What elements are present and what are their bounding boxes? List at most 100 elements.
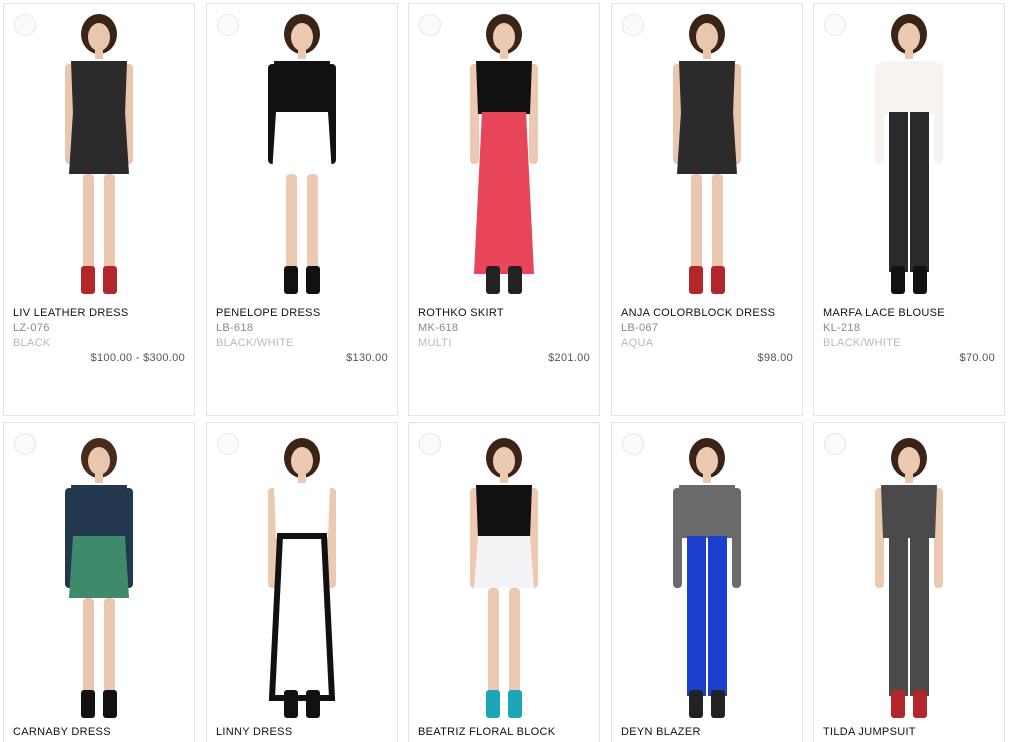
product-image[interactable] — [814, 423, 1004, 719]
product-info: DEYN BLAZER — [621, 725, 793, 740]
model-group — [673, 14, 741, 294]
product-name[interactable]: BEATRIZ FLORAL BLOCK — [418, 725, 590, 740]
model-group — [470, 438, 538, 718]
product-name[interactable]: ROTHKO SKIRT — [418, 306, 590, 321]
model-top — [71, 485, 127, 538]
product-image[interactable] — [4, 4, 194, 300]
model-right-shoe — [103, 690, 117, 718]
product-card[interactable]: TILDA JUMPSUIT — [813, 422, 1005, 742]
model-right-shoe — [306, 266, 320, 294]
product-image[interactable] — [409, 4, 599, 300]
model-left-leg — [286, 174, 297, 269]
model-face — [88, 447, 110, 475]
product-color: BLACK — [13, 337, 51, 349]
model-dress — [677, 112, 737, 174]
product-name[interactable]: PENELOPE DRESS — [216, 306, 388, 321]
model-top — [274, 61, 330, 114]
model-top — [679, 485, 735, 538]
model-top — [679, 61, 735, 114]
model-face — [291, 447, 313, 475]
model-right-shoe — [306, 690, 320, 718]
model-left-shoe — [81, 690, 95, 718]
model-neck — [95, 473, 103, 483]
product-name[interactable]: ANJA COLORBLOCK DRESS — [621, 306, 793, 321]
model-neck — [905, 473, 913, 483]
model-skirt — [474, 112, 534, 274]
model-face — [696, 447, 718, 475]
product-image[interactable] — [814, 4, 1004, 300]
model-dress — [69, 536, 129, 598]
product-color: AQUA — [621, 337, 654, 349]
model-neck — [298, 49, 306, 59]
product-card[interactable]: PENELOPE DRESS LB-618 BLACK/WHITE $130.0… — [206, 3, 398, 416]
model-group — [673, 438, 741, 718]
product-info: BEATRIZ FLORAL BLOCK — [418, 725, 590, 740]
product-color: MULTI — [418, 337, 452, 349]
product-card[interactable]: BEATRIZ FLORAL BLOCK — [408, 422, 600, 742]
model-figure — [470, 438, 538, 718]
model-face — [493, 447, 515, 475]
product-grid: LIV LEATHER DRESS LZ-076 BLACK $100.00 -… — [0, 0, 1009, 742]
model-right-shoe — [711, 266, 725, 294]
model-neck — [703, 49, 711, 59]
model-group — [65, 14, 133, 294]
product-card[interactable]: DEYN BLAZER — [611, 422, 803, 742]
model-neck — [298, 473, 306, 483]
product-card[interactable]: CARNABY DRESS — [3, 422, 195, 742]
product-card[interactable]: ANJA COLORBLOCK DRESS LB-067 AQUA $98.00 — [611, 3, 803, 416]
model-left-shoe — [486, 266, 500, 294]
product-name[interactable]: CARNABY DRESS — [13, 725, 185, 740]
product-image[interactable] — [612, 4, 802, 300]
model-right-shoe — [913, 266, 927, 294]
model-right-leg-pants — [910, 112, 929, 272]
model-right-leg-pants — [910, 536, 929, 696]
model-face — [898, 23, 920, 51]
model-face — [696, 23, 718, 51]
model-right-shoe — [711, 690, 725, 718]
product-name[interactable]: TILDA JUMPSUIT — [823, 725, 995, 740]
product-name[interactable]: LIV LEATHER DRESS — [13, 306, 185, 321]
product-card[interactable]: LIV LEATHER DRESS LZ-076 BLACK $100.00 -… — [3, 3, 195, 416]
product-sku: LB-067 — [621, 322, 659, 334]
model-face — [291, 23, 313, 51]
product-name[interactable]: MARFA LACE BLOUSE — [823, 306, 995, 321]
model-left-leg — [488, 588, 499, 693]
model-left-shoe — [81, 266, 95, 294]
model-dress — [474, 536, 534, 588]
model-figure — [65, 438, 133, 718]
model-top — [881, 61, 937, 114]
product-name[interactable]: LINNY DRESS — [216, 725, 388, 740]
product-sku: LB-618 — [216, 322, 254, 334]
model-group — [470, 14, 538, 294]
product-name[interactable]: DEYN BLAZER — [621, 725, 793, 740]
product-image[interactable] — [207, 4, 397, 300]
product-image[interactable] — [409, 423, 599, 719]
product-image[interactable] — [4, 423, 194, 719]
model-figure — [673, 14, 741, 294]
model-top — [476, 485, 532, 538]
model-neck — [703, 473, 711, 483]
product-card[interactable]: LINNY DRESS — [206, 422, 398, 742]
model-left-leg-pants — [889, 112, 908, 272]
model-group — [268, 14, 336, 294]
model-right-leg — [104, 174, 115, 269]
model-right-leg — [712, 174, 723, 269]
model-right-shoe — [913, 690, 927, 718]
product-image[interactable] — [612, 423, 802, 719]
model-left-shoe — [284, 690, 298, 718]
product-image[interactable] — [207, 423, 397, 719]
model-figure — [268, 14, 336, 294]
product-info: CARNABY DRESS — [13, 725, 185, 740]
product-card[interactable]: ROTHKO SKIRT MK-618 MULTI $201.00 — [408, 3, 600, 416]
model-left-leg-pants — [889, 536, 908, 696]
model-group — [65, 438, 133, 718]
product-info: ROTHKO SKIRT MK-618 MULTI $201.00 — [418, 306, 590, 366]
product-card[interactable]: MARFA LACE BLOUSE KL-218 BLACK/WHITE $70… — [813, 3, 1005, 416]
product-info: LINNY DRESS — [216, 725, 388, 740]
product-color: BLACK/WHITE — [216, 337, 294, 349]
model-top — [881, 485, 937, 538]
model-group — [875, 438, 943, 718]
model-neck — [95, 49, 103, 59]
product-info: ANJA COLORBLOCK DRESS LB-067 AQUA $98.00 — [621, 306, 793, 366]
model-skirt — [268, 533, 336, 701]
